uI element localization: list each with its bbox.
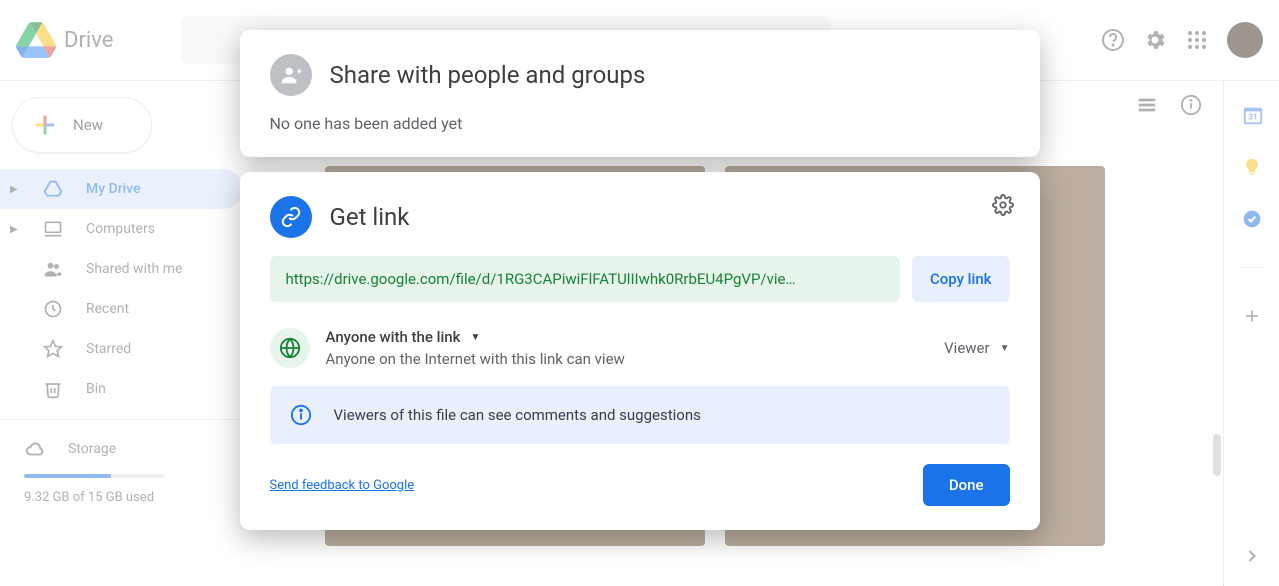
share-dialog-title: Share with people and groups bbox=[330, 61, 646, 89]
info-icon bbox=[290, 404, 312, 426]
share-dialog-subtitle: No one has been added yet bbox=[270, 114, 1010, 133]
copy-link-button[interactable]: Copy link bbox=[912, 256, 1010, 302]
share-dialog: Share with people and groups No one has … bbox=[240, 30, 1040, 157]
get-link-dialog: Get link https://drive.google.com/file/d… bbox=[240, 172, 1040, 530]
done-button[interactable]: Done bbox=[923, 464, 1010, 506]
globe-icon bbox=[270, 328, 310, 368]
info-banner: Viewers of this file can see comments an… bbox=[270, 386, 1010, 444]
link-settings-gear-icon[interactable] bbox=[992, 194, 1014, 216]
chevron-down-icon: ▼ bbox=[1000, 343, 1010, 354]
link-icon bbox=[270, 196, 312, 238]
access-scope-dropdown[interactable]: Anyone with the link ▼ bbox=[326, 328, 929, 346]
access-scope-description: Anyone on the Internet with this link ca… bbox=[326, 350, 929, 368]
info-banner-text: Viewers of this file can see comments an… bbox=[334, 406, 701, 424]
share-url-field[interactable]: https://drive.google.com/file/d/1RG3CAPi… bbox=[270, 256, 900, 302]
chevron-down-icon: ▼ bbox=[470, 332, 480, 343]
person-add-icon bbox=[270, 54, 312, 96]
send-feedback-link[interactable]: Send feedback to Google bbox=[270, 478, 415, 493]
role-dropdown[interactable]: Viewer ▼ bbox=[944, 339, 1009, 357]
get-link-title: Get link bbox=[330, 203, 410, 231]
